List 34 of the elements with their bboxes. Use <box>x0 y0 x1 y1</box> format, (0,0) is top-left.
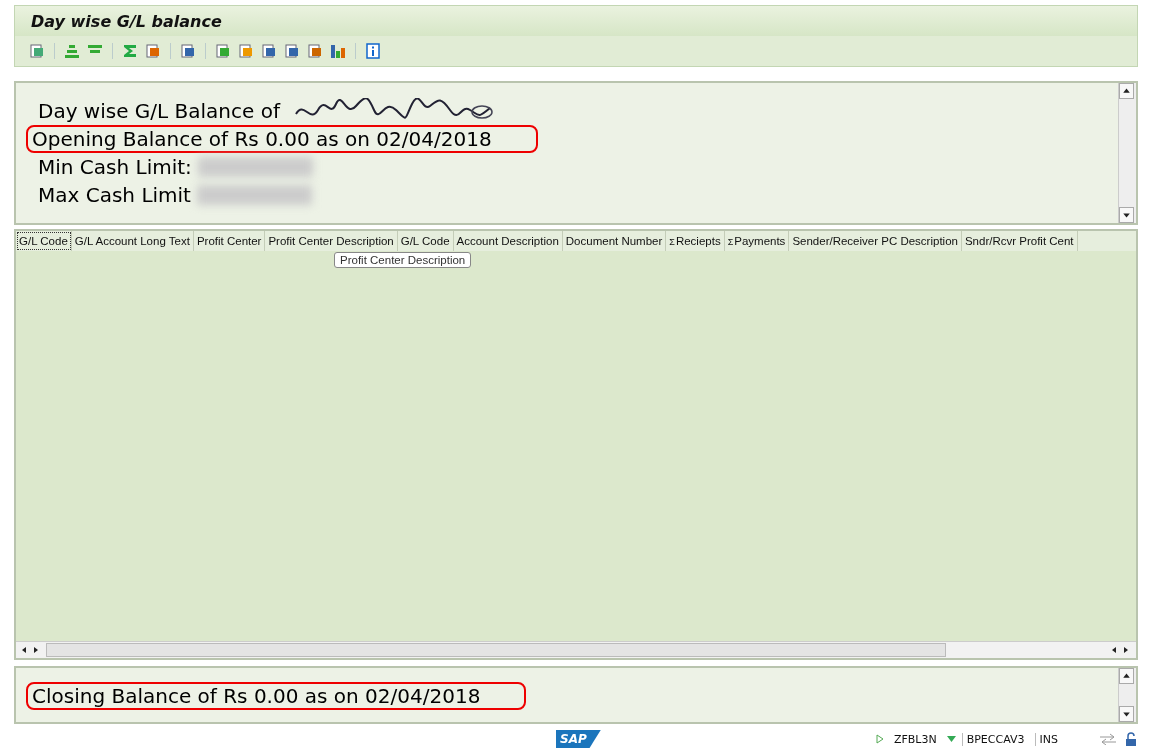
transaction-code[interactable]: ZFBL3N <box>889 732 941 746</box>
column-header[interactable]: Profit Center Description <box>265 231 398 251</box>
balance-text: Min Cash Limit: <box>37 154 193 181</box>
column-header[interactable]: Document Number <box>562 231 667 251</box>
arrows-icon[interactable] <box>1098 733 1118 745</box>
column-header[interactable]: Σ Reciepts <box>666 231 725 251</box>
lock-icon[interactable] <box>1124 732 1138 746</box>
server-name: BPECCAV3 <box>961 732 1029 746</box>
scroll-up-icon[interactable] <box>1119 668 1134 684</box>
scroll-down-icon[interactable] <box>1119 706 1134 722</box>
vertical-scrollbar[interactable] <box>1118 83 1136 223</box>
column-header[interactable]: Account Description <box>453 231 563 251</box>
balance-text: Opening Balance of Rs 0.00 as on 02/04/2018 <box>26 125 538 153</box>
column-header[interactable]: G/L Code <box>397 231 454 251</box>
horizontal-scrollbar[interactable] <box>16 641 1136 658</box>
column-header[interactable]: Sndr/Rcvr Profit Cent <box>961 231 1078 251</box>
info-icon[interactable] <box>363 41 383 61</box>
column-header[interactable]: Σ Payments <box>724 231 790 251</box>
column-header[interactable]: Profit Center <box>193 231 266 251</box>
insert-mode: INS <box>1034 732 1062 746</box>
scroll-down-icon[interactable] <box>1119 207 1134 223</box>
tooltip: Profit Center Description <box>334 252 472 268</box>
vertical-scrollbar[interactable] <box>1118 668 1136 722</box>
window-title: Day wise G/L balance <box>31 11 222 31</box>
column-header[interactable]: G/L Account Long Text <box>71 231 194 251</box>
logo: SAP <box>556 730 601 748</box>
balance-text: Day wise G/L Balance of <box>37 98 282 125</box>
column-header[interactable]: G/L Code <box>16 231 72 251</box>
dropdown-icon[interactable] <box>946 736 956 742</box>
play-icon[interactable] <box>875 734 884 744</box>
column-header[interactable]: Sender/Receiver PC Description <box>789 231 962 251</box>
balance-text: Closing Balance of Rs 0.00 as on 02/04/2018 <box>26 682 527 710</box>
balance-text: Max Cash Limit <box>37 182 192 209</box>
scroll-up-icon[interactable] <box>1119 83 1134 99</box>
